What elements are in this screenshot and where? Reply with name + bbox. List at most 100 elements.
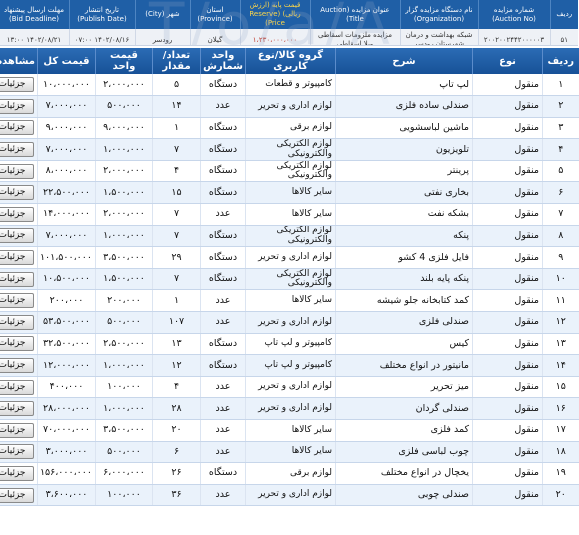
item-quantity: ۴ [153,376,202,399]
item-description: پرینتر [336,160,474,183]
item-group: کامپیوتر و لپ تاپ [246,354,337,377]
item-type: منقول [473,138,544,161]
item-description: کیس [336,333,474,356]
item-quantity: ۷ [153,225,202,248]
item-total-price: ۵۳،۵۰۰،۰۰۰ [38,311,97,334]
summary-deadline: ۱۴۰۲/۰۸/۲۱ ۱۳:۰۰ [0,29,70,45]
item-group: سایر کالاها [246,289,337,313]
item-index: ۱۳ [543,333,579,356]
details-button[interactable]: جزئیات [1,142,35,158]
table-row: ۱۹ منقول یخچال در انواع مختلف لوازم برقی دست… [0,462,579,485]
item-type: منقول [473,225,544,248]
details-button[interactable]: جزئیات [1,379,35,395]
item-group: لوازم برقی [246,462,337,485]
details-button[interactable]: جزئیات [1,487,35,503]
col-header-unit: واحد شمارش [201,48,247,74]
item-description: بشکه نفت [336,203,474,226]
details-button[interactable]: جزئیات [1,163,35,179]
details-button[interactable]: جزئیات [1,77,35,93]
item-quantity: ۱ [153,289,202,313]
details-button[interactable]: جزئیات [1,444,35,460]
item-unit: عدد [201,95,247,118]
item-description: فایل فلزی 4 کشو [336,246,474,269]
details-button[interactable]: جزئیات [1,358,35,374]
details-button[interactable]: جزئیات [1,293,35,309]
item-description: یخچال در انواع مختلف [336,462,474,485]
item-group: لوازم الکتریکی والکترونیکی [246,160,337,183]
item-description: صندلی چوبی [336,484,474,507]
item-quantity: ۷ [153,138,202,161]
details-button[interactable]: جزئیات [1,401,35,417]
item-unit-price: ۱،۰۰۰،۰۰۰ [96,397,154,420]
details-button[interactable]: جزئیات [1,98,35,114]
details-button[interactable]: جزئیات [1,228,35,244]
details-button[interactable]: جزئیات [1,185,35,201]
item-unit-price: ۱،۰۰۰،۰۰۰ [96,225,154,248]
item-description: چوب لباسی فلزی [336,441,474,464]
item-unit-price: ۲،۰۰۰،۰۰۰ [96,74,154,97]
item-unit: دستگاه [201,268,247,291]
item-group: لوازم اداری و تحریر [246,397,337,420]
details-button[interactable]: جزئیات [1,206,35,222]
item-description: کمد کتابخانه جلو شیشه [336,289,474,313]
summary-city: رودسر [135,29,191,45]
item-group: سایر کالاها [246,203,337,226]
item-index: ۱۵ [543,376,579,399]
details-button[interactable]: جزئیات [1,120,35,136]
auction-summary-table: ردیف شماره مزایده (Auction No) نام دستگا… [0,0,579,45]
summary-data-row: ۵۱ ۲۰۰۲۰۰۲۴۴۲۰۰۰۰۰۳ شبکه بهداشت و درمان … [0,29,579,45]
item-group: لوازم برقی [246,117,337,140]
item-group: لوازم اداری و تحریر [246,311,337,334]
item-description: لپ تاپ [336,74,474,97]
summary-title: مزایده ملزومات اسقاطی ویلا اسقاطی [310,29,401,45]
item-unit-price: ۶،۰۰۰،۰۰۰ [96,462,154,485]
item-unit: عدد [201,376,247,399]
summary-head-row: ردیف [550,0,579,29]
item-view-cell: جزئیات [0,397,39,420]
item-type: منقول [473,181,544,205]
item-unit-price: ۳،۵۰۰،۰۰۰ [96,419,154,442]
details-button[interactable]: جزئیات [1,465,35,481]
item-view-cell: جزئیات [0,462,39,485]
item-unit-price: ۲۰۰،۰۰۰ [96,289,154,313]
item-view-cell: جزئیات [0,225,39,248]
item-total-price: ۳۲،۵۰۰،۰۰۰ [38,333,97,356]
item-quantity: ۱۰۷ [153,311,202,334]
item-type: منقول [473,95,544,118]
item-description: بخاری نفتی [336,181,474,205]
item-total-price: ۱۲،۰۰۰،۰۰۰ [38,354,97,377]
item-type: منقول [473,441,544,464]
item-unit-price: ۱۰۰،۰۰۰ [96,484,154,507]
table-row: ۱۰ منقول پنکه پایه بلند لوازم الکتریکی والک… [0,268,579,291]
item-description: مانیتور در انواع مختلف [336,354,474,377]
details-button[interactable]: جزئیات [1,422,35,438]
details-button[interactable]: جزئیات [1,314,35,330]
item-unit: دستگاه [201,246,247,269]
item-type: منقول [473,419,544,442]
item-total-price: ۷،۰۰۰،۰۰۰ [38,225,97,248]
item-unit: دستگاه [201,117,247,140]
item-index: ۱ [543,74,579,97]
item-total-price: ۱۰،۵۰۰،۰۰۰ [38,268,97,291]
item-unit: دستگاه [201,354,247,377]
details-button[interactable]: جزئیات [1,271,35,287]
col-header-unit-price: قیمت واحد [96,48,154,74]
item-type: منقول [473,462,544,485]
item-unit-price: ۳،۵۰۰،۰۰۰ [96,246,154,269]
item-index: ۱۱ [543,289,579,313]
item-unit: دستگاه [201,160,247,183]
item-index: ۵ [543,160,579,183]
table-row: ۳ منقول ماشین لباسشویی لوازم برقی دستگاه ۱ ۹،۰… [0,117,579,140]
summary-auction-no[interactable]: ۲۰۰۲۰۰۲۴۴۲۰۰۰۰۰۳ [478,29,551,45]
item-index: ۲ [543,95,579,118]
details-button[interactable]: جزئیات [1,336,35,352]
items-body: ۱ منقول لپ تاپ کامپیوتر و قطعات دستگاه ۵ ۲،۰۰۰… [0,74,579,507]
item-type: منقول [473,484,544,507]
table-row: ۶ منقول بخاری نفتی سایر کالاها دستگاه ۱۵ ۱،۵۰۰… [0,181,579,205]
item-unit: عدد [201,311,247,334]
table-left-border [0,48,1,535]
item-quantity: ۵ [153,74,202,97]
summary-head-title: عنوان مزایده (Auction Title) [310,0,401,29]
item-view-cell: جزئیات [0,333,39,356]
details-button[interactable]: جزئیات [1,250,35,266]
